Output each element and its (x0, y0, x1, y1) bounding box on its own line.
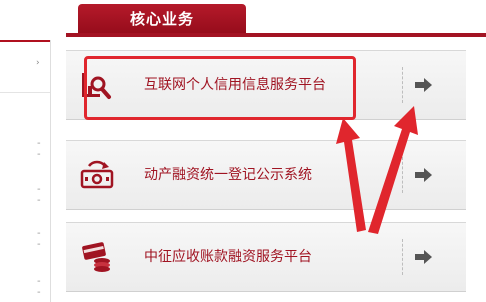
service-row-receivables-financing[interactable]: 中征应收账款融资服务平台 (66, 222, 466, 292)
service-row-movable-property-registry[interactable]: 动产融资统一登记公示系统 (66, 140, 466, 210)
row-divider (402, 157, 403, 193)
service-label[interactable]: 中征应收账款融资服务平台 (144, 223, 312, 291)
left-nav-panel: › - - - - - - - - (0, 40, 51, 302)
arrow-right-icon[interactable] (412, 165, 434, 185)
arrow-right-icon[interactable] (412, 247, 434, 267)
section-title-tab: 核心业务 (78, 4, 246, 34)
left-nav-dash-icon: - - (37, 276, 42, 298)
service-label[interactable]: 动产融资统一登记公示系统 (144, 141, 312, 209)
left-nav-top-line (0, 40, 50, 42)
row-divider (402, 67, 403, 103)
card-coins-icon (82, 242, 110, 272)
left-nav-dash-icon: - - (37, 228, 42, 250)
registration-money-icon (80, 160, 114, 189)
left-nav-divider (0, 92, 50, 93)
arrow-right-icon[interactable] (412, 75, 434, 95)
row-divider (402, 239, 403, 275)
chevron-right-icon[interactable]: › (36, 58, 40, 68)
left-nav-dash-icon: - - (37, 184, 42, 206)
section-header-rule (66, 33, 486, 37)
highlight-box (84, 56, 356, 120)
core-business-panel: › - - - - - - - - 核心业务 互联网个人信用信息服务平台 动产融… (0, 0, 486, 302)
left-nav-dash-icon: - - (37, 138, 42, 160)
